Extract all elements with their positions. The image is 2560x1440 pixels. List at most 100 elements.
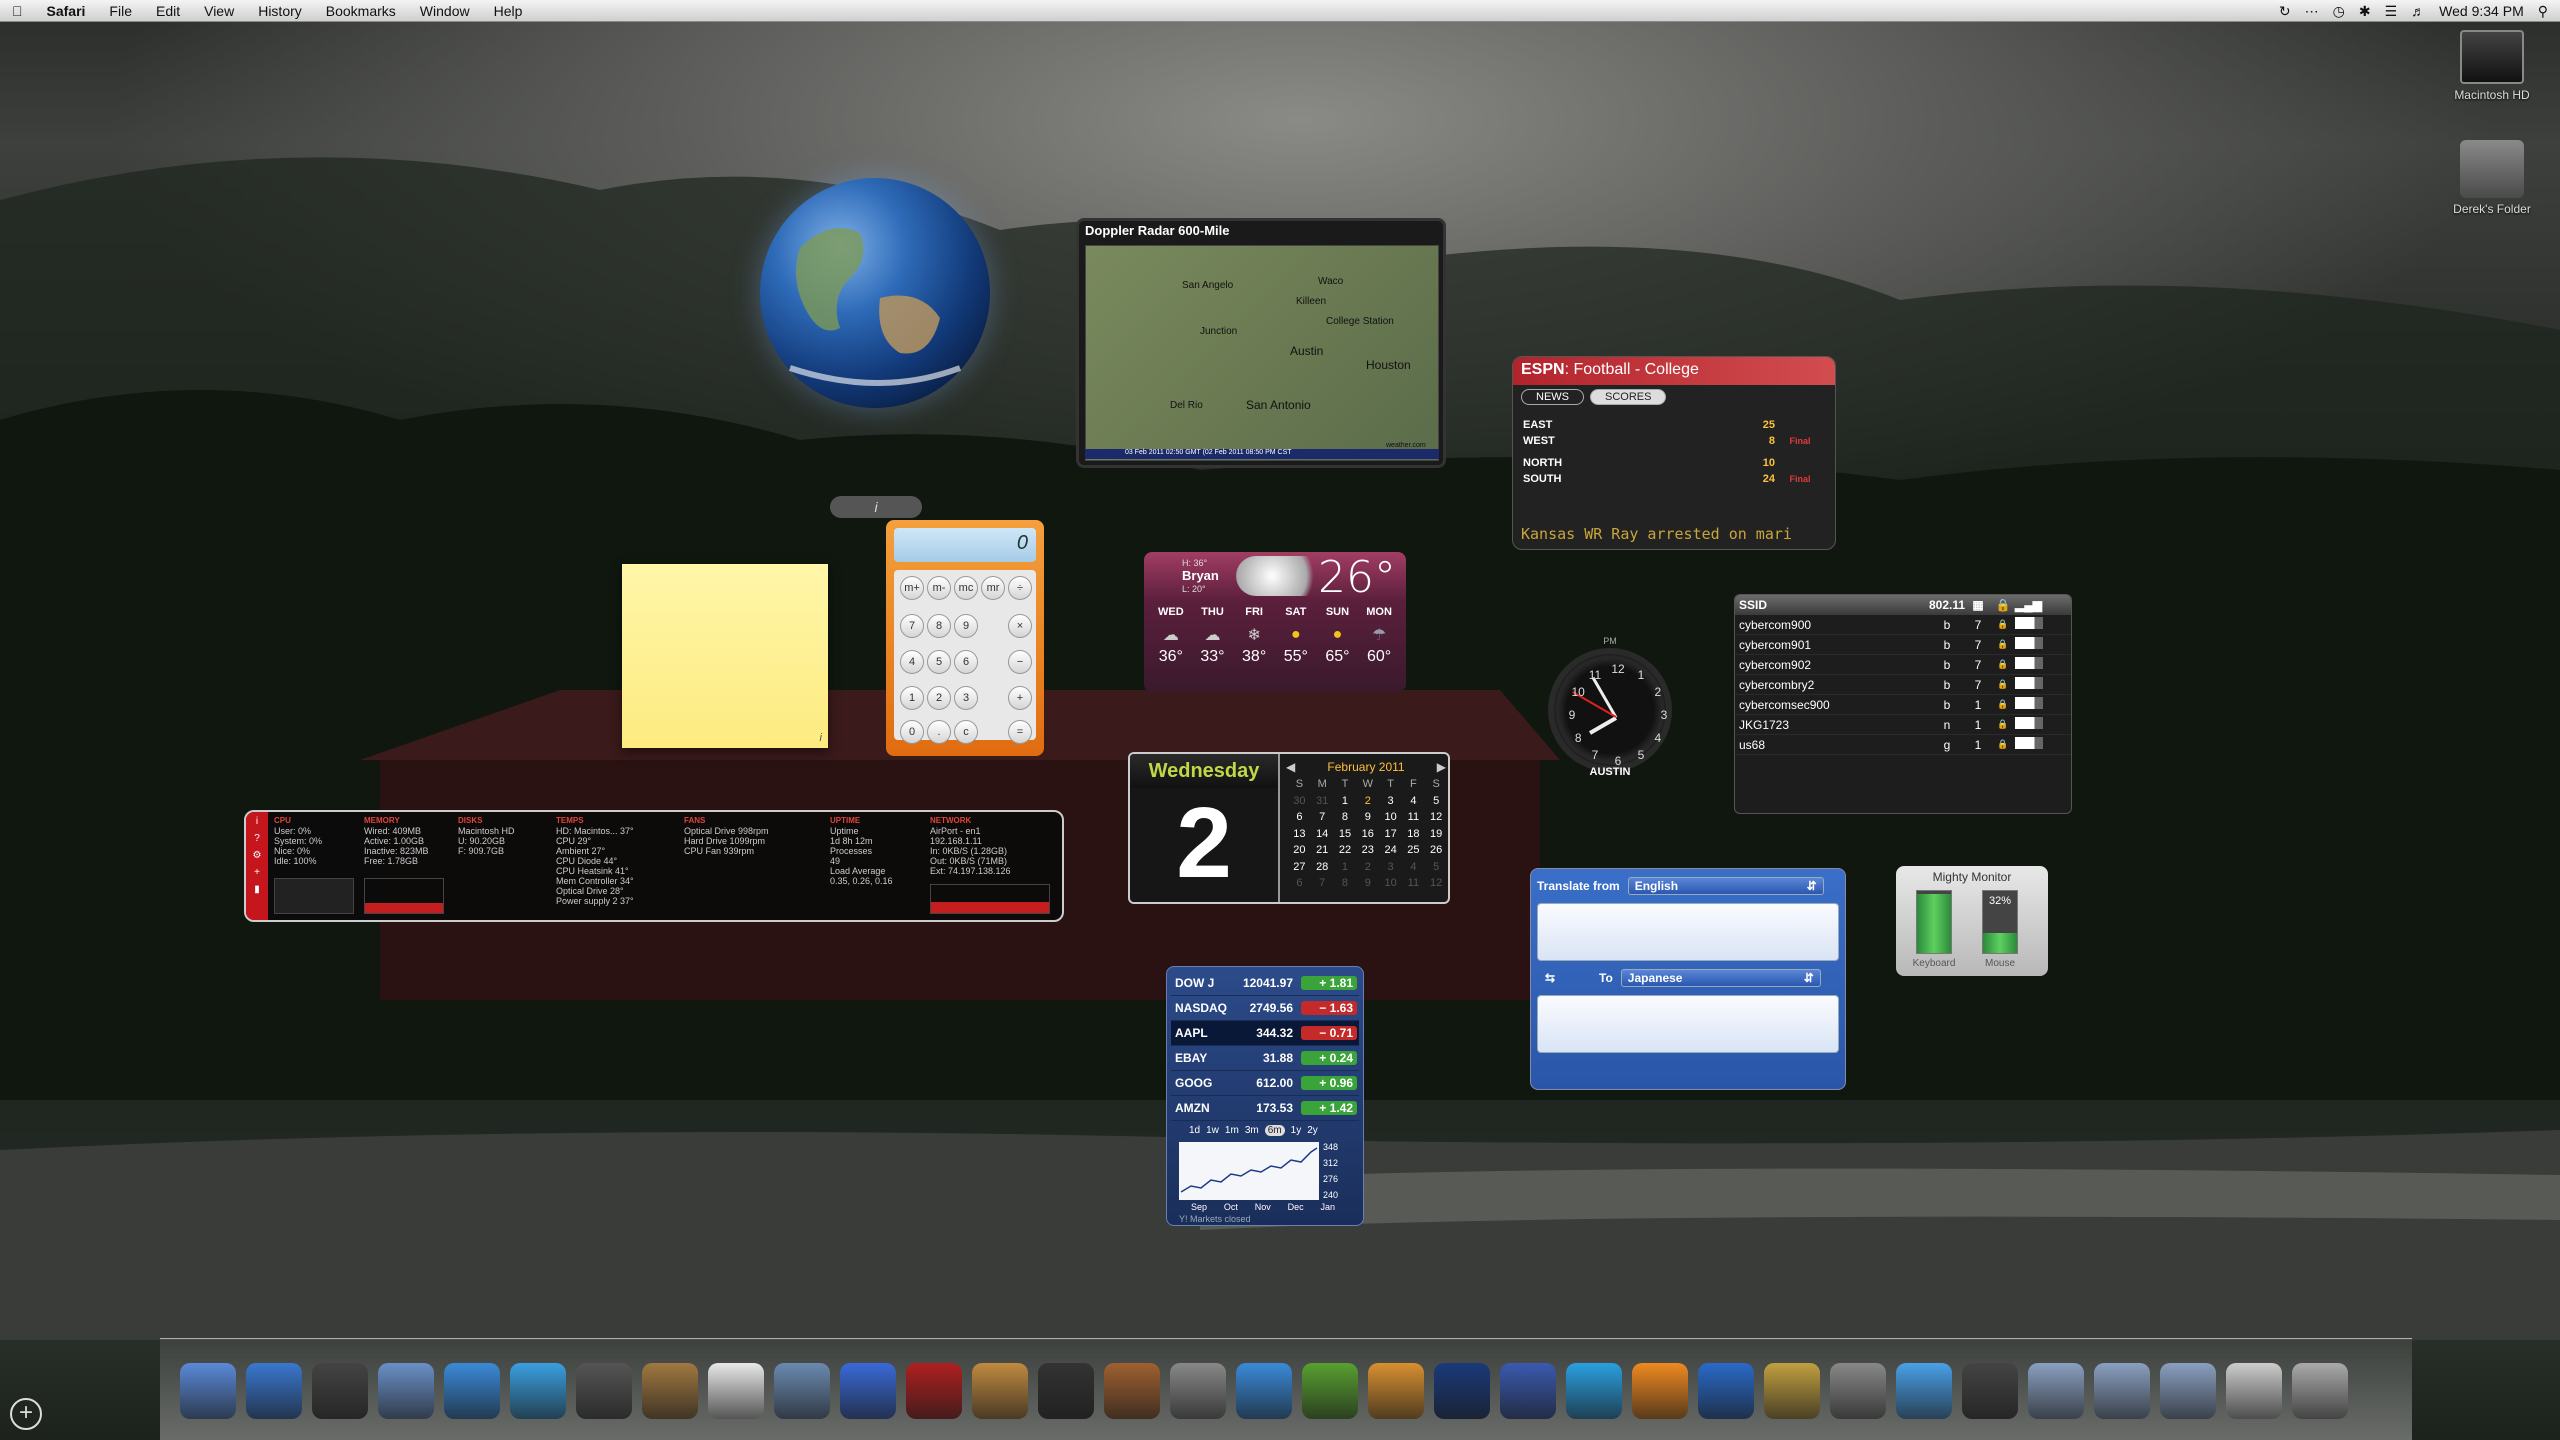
wifi-network-row[interactable]: cybercombry2 b 7 🔒 xyxy=(1735,675,2071,695)
espn-tab-scores[interactable]: SCORES xyxy=(1590,389,1667,405)
dock-scripts-icon[interactable] xyxy=(1962,1363,2018,1419)
espn-game-row[interactable]: NORTH 10 xyxy=(1513,455,1835,471)
dock-quicktime-icon[interactable] xyxy=(1698,1363,1754,1419)
calendar-day[interactable]: 30 xyxy=(1288,793,1311,810)
add-icon[interactable]: + xyxy=(246,867,268,878)
stock-row[interactable]: AMZN 173.53 + 1.42 xyxy=(1171,1096,1359,1121)
info-icon[interactable]: i xyxy=(820,732,822,744)
calc-key[interactable]: 7 xyxy=(900,614,924,638)
calendar-day[interactable]: 9 xyxy=(1356,875,1379,892)
calendar-day[interactable]: 31 xyxy=(1311,793,1334,810)
calc-key[interactable]: . xyxy=(927,720,951,744)
lock-column-icon[interactable]: 🔒 xyxy=(1991,598,2015,612)
dock-pineapple-icon[interactable] xyxy=(1764,1363,1820,1419)
calendar-day[interactable]: 12 xyxy=(1425,875,1448,892)
calendar-day[interactable]: 24 xyxy=(1379,842,1402,859)
menu-history[interactable]: History xyxy=(246,0,314,22)
help-icon[interactable]: ? xyxy=(246,833,268,844)
dock-imovie-icon[interactable] xyxy=(1038,1363,1094,1419)
calendar-day[interactable]: 19 xyxy=(1425,826,1448,843)
menu-extras-icon[interactable]: ⋯ xyxy=(2305,0,2319,22)
column-ssid[interactable]: SSID xyxy=(1739,598,1929,612)
dock-dropbox-icon[interactable] xyxy=(1896,1363,1952,1419)
add-widget-button[interactable]: + xyxy=(10,1398,42,1430)
translate-source-text[interactable] xyxy=(1537,903,1839,961)
settings-icon[interactable]: ⚙ xyxy=(246,850,268,861)
translate-from-select[interactable]: English ⇵ xyxy=(1627,877,1824,895)
stock-range-6m[interactable]: 6m xyxy=(1264,1125,1285,1136)
radar-widget[interactable]: Doppler Radar 600-Mile San Angelo Waco K… xyxy=(1076,218,1446,468)
calc-key[interactable]: 3 xyxy=(954,686,978,710)
calc-key[interactable]: + xyxy=(1008,686,1032,710)
dock-itunes-icon[interactable] xyxy=(840,1363,896,1419)
dock-dashboard-icon[interactable] xyxy=(312,1363,368,1419)
espn-tab-news[interactable]: NEWS xyxy=(1521,389,1584,405)
dock-iphoto-icon[interactable] xyxy=(774,1363,830,1419)
calendar-day[interactable]: 7 xyxy=(1311,809,1334,826)
calendar-day[interactable]: 7 xyxy=(1311,875,1334,892)
calendar-day[interactable]: 5 xyxy=(1425,859,1448,876)
stock-row[interactable]: DOW J 12041.97 + 1.81 xyxy=(1171,971,1359,996)
calc-key[interactable]: m- xyxy=(927,576,951,600)
calc-key[interactable]: c xyxy=(954,720,978,744)
time-machine-icon[interactable]: ◷ xyxy=(2333,0,2345,22)
stock-row[interactable]: AAPL 344.32 − 0.71 xyxy=(1171,1021,1359,1046)
sync-icon[interactable]: ↻ xyxy=(2279,0,2291,22)
stock-row[interactable]: GOOG 612.00 + 0.96 xyxy=(1171,1071,1359,1096)
globe-widget[interactable] xyxy=(760,178,990,408)
calendar-day[interactable]: 22 xyxy=(1334,842,1357,859)
calculator-widget[interactable]: 0 m+ m-mc mr ÷ 7 8 9 × 4 5 6 − 1 2 3 +0. c = xyxy=(886,520,1044,756)
signal-column-icon[interactable]: ▂▄▆ xyxy=(2015,598,2055,612)
calc-key[interactable]: 6 xyxy=(954,650,978,674)
dock-skype-icon[interactable] xyxy=(1566,1363,1622,1419)
desktop-icon-macintosh-hd[interactable]: Macintosh HD xyxy=(2432,30,2552,102)
dock-facetime-icon[interactable] xyxy=(576,1363,632,1419)
stock-range-3m[interactable]: 3m xyxy=(1245,1125,1259,1136)
apple-menu-icon[interactable]:  xyxy=(0,0,35,22)
calc-key[interactable]: 8 xyxy=(927,614,951,638)
istat-widget[interactable]: i ? ⚙ + ▮ CPU User: 0% System: 0% Nice: 0% I… xyxy=(244,810,1064,922)
dock-photo-booth-icon[interactable] xyxy=(906,1363,962,1419)
stock-row[interactable]: EBAY 31.88 + 0.24 xyxy=(1171,1046,1359,1071)
espn-game-row[interactable]: WEST 8 Final xyxy=(1513,433,1835,449)
espn-news-ticker[interactable]: Kansas WR Ray arrested on mari xyxy=(1517,525,1833,545)
stock-range-1y[interactable]: 1y xyxy=(1291,1125,1302,1136)
next-month-icon[interactable]: ▶ xyxy=(1437,760,1446,774)
stock-range-2y[interactable]: 2y xyxy=(1307,1125,1318,1136)
calendar-day[interactable]: 4 xyxy=(1402,859,1425,876)
calendar-day[interactable]: 11 xyxy=(1402,809,1425,826)
spotlight-icon[interactable]: ⚲ xyxy=(2538,0,2548,22)
dock-ical-icon[interactable] xyxy=(708,1363,764,1419)
translation-widget[interactable]: Translate from English ⇵ ⇆ To Japanese ⇵ xyxy=(1530,868,1846,1090)
calc-key[interactable]: 2 xyxy=(927,686,951,710)
yahoo-icon[interactable]: Y! xyxy=(1179,1214,1188,1224)
ical-day-panel[interactable]: Wednesday 2 xyxy=(1130,754,1280,902)
calendar-day[interactable]: 13 xyxy=(1288,826,1311,843)
battery-icon[interactable]: ▮ xyxy=(246,884,268,895)
ical-widget[interactable]: Wednesday 2 ◀ February 2011 ▶ S M T W T F S 30 3… xyxy=(1128,752,1450,904)
wifi-icon[interactable]: ☰ xyxy=(2385,0,2398,22)
dock-ichat-icon[interactable] xyxy=(510,1363,566,1419)
calendar-day[interactable]: 8 xyxy=(1334,809,1357,826)
dock-garageband-icon[interactable] xyxy=(1104,1363,1160,1419)
calendar-day[interactable]: 3 xyxy=(1379,859,1402,876)
dock-pages-icon[interactable] xyxy=(1368,1363,1424,1419)
calc-key[interactable]: 9 xyxy=(954,614,978,638)
calendar-day[interactable]: 4 xyxy=(1402,793,1425,810)
weather-widget[interactable]: H: 36° Bryan L: 20° 26° WED THU FRI SAT … xyxy=(1144,552,1406,692)
calc-key[interactable]: mc xyxy=(954,576,978,600)
wifi-scanner-widget[interactable]: SSID 802.11 ▦ 🔒 ▂▄▆ cybercom900 b 7 🔒 cyberc… xyxy=(1734,594,2072,814)
menu-file[interactable]: File xyxy=(97,0,144,22)
info-icon[interactable]: i xyxy=(246,816,268,827)
menu-window[interactable]: Window xyxy=(408,0,482,22)
dock-printer-icon[interactable] xyxy=(2226,1363,2282,1419)
mighty-monitor-widget[interactable]: Mighty Monitor 32% Keyboard Mouse xyxy=(1896,866,2048,976)
volume-icon[interactable]: ♬ xyxy=(2411,0,2425,22)
wifi-network-row[interactable]: cybercom900 b 7 🔒 xyxy=(1735,615,2071,635)
dock-photoshop-icon[interactable] xyxy=(1434,1363,1490,1419)
dock-automator-icon[interactable] xyxy=(1302,1363,1358,1419)
wifi-network-row[interactable]: JKG1723 n 1 🔒 xyxy=(1735,715,2071,735)
dock-documents-icon[interactable] xyxy=(2028,1363,2084,1419)
calendar-day[interactable]: 2 xyxy=(1356,793,1379,810)
menu-app-name[interactable]: Safari xyxy=(35,0,98,22)
